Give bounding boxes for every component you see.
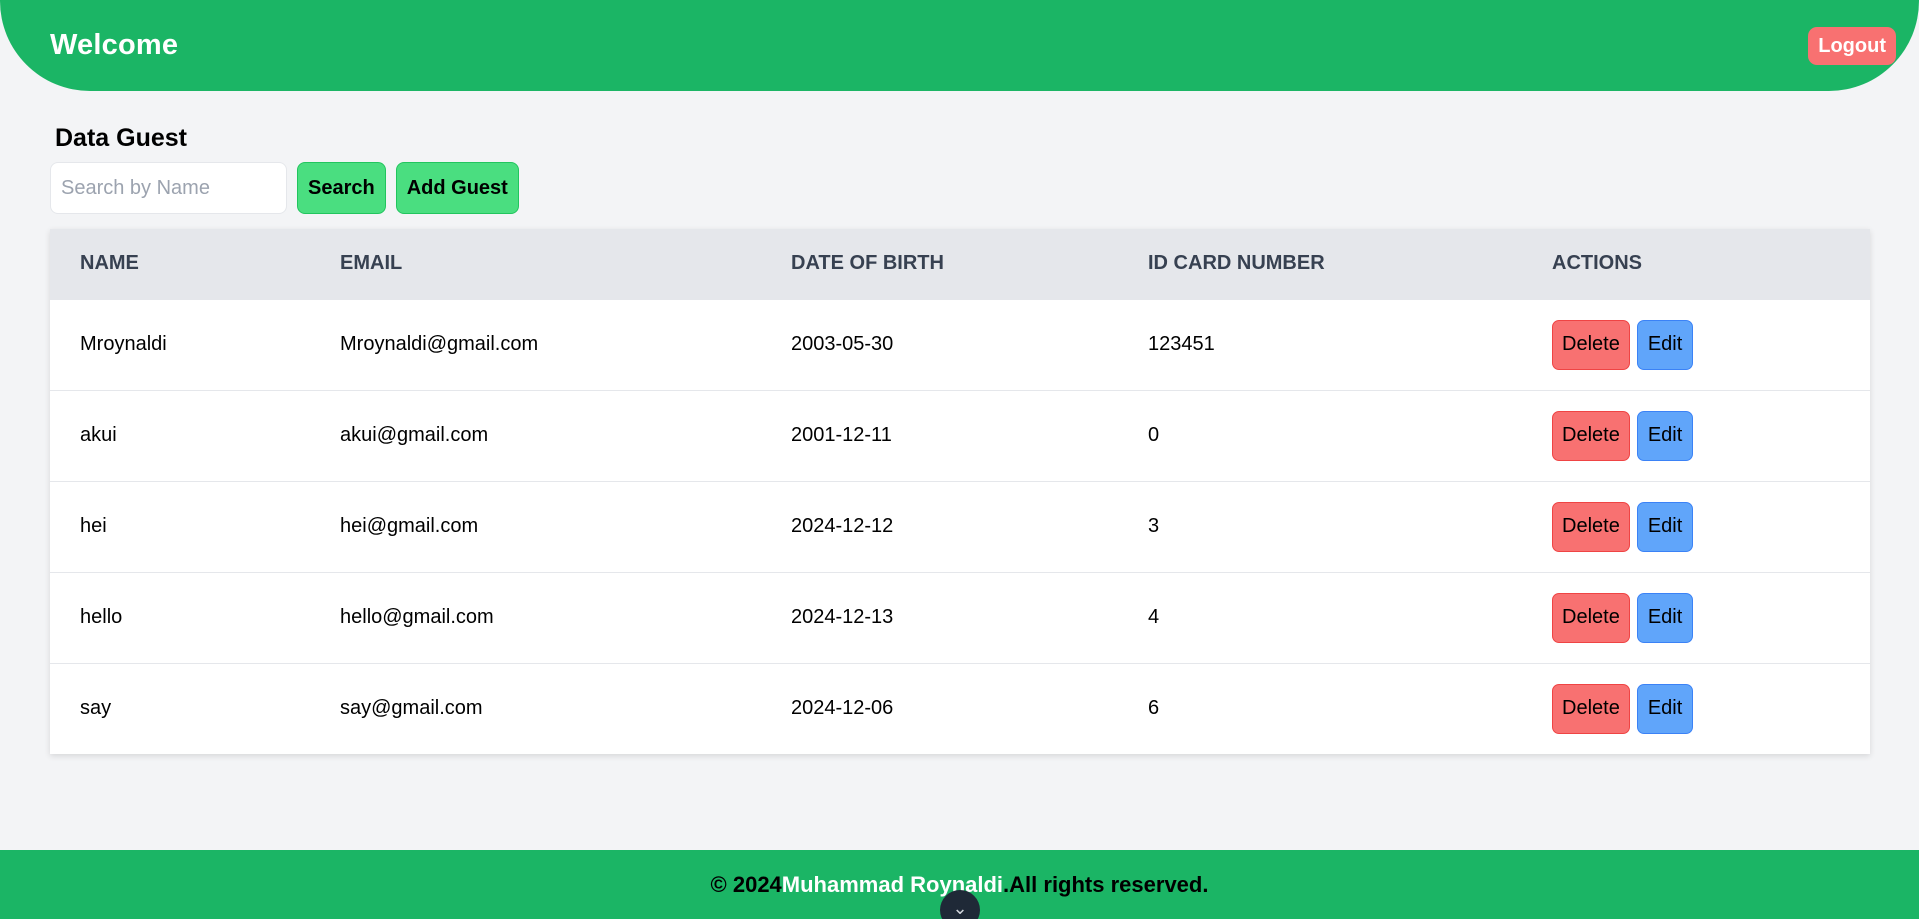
logout-button[interactable]: Logout: [1808, 27, 1896, 65]
table-row: say say@gmail.com 2024-12-06 6 Delete Edi…: [50, 663, 1870, 754]
cell-date-of-birth: 2024-12-12: [791, 515, 894, 537]
footer-rights: .All rights reserved.: [1003, 871, 1209, 897]
cell-actions: Delete Edit: [1522, 663, 1870, 754]
toolbar: Search Add Guest: [50, 162, 519, 214]
top-header: Welcome Logout: [0, 0, 1919, 91]
cell-actions: Delete Edit: [1522, 481, 1870, 572]
cell-id-card-number: 0: [1148, 424, 1160, 446]
cell-email: Mroynaldi@gmail.com: [340, 333, 539, 355]
table-header: Name Email Date of Birth ID Card Number …: [50, 229, 1870, 299]
cell-id-card-number: 123451: [1148, 333, 1215, 355]
delete-button[interactable]: Delete: [1552, 410, 1630, 461]
page: Welcome Logout Data Guest Search Add Gue…: [0, 0, 1919, 919]
search-input[interactable]: [50, 162, 287, 214]
column-header-email: Email: [340, 252, 403, 275]
cell-actions: Delete Edit: [1522, 299, 1870, 390]
edit-button[interactable]: Edit: [1636, 410, 1694, 461]
cell-date-of-birth: 2001-12-11: [791, 424, 892, 446]
cell-name: akui: [80, 424, 117, 446]
delete-button[interactable]: Delete: [1552, 592, 1630, 643]
guest-table: Name Email Date of Birth ID Card Number …: [50, 229, 1870, 754]
delete-button[interactable]: Delete: [1552, 319, 1630, 370]
cell-actions: Delete Edit: [1522, 390, 1870, 481]
edit-button[interactable]: Edit: [1636, 592, 1694, 643]
delete-button[interactable]: Delete: [1552, 683, 1630, 734]
section-title: Data Guest: [55, 124, 187, 152]
column-header-actions: Actions: [1552, 252, 1642, 275]
add-guest-button[interactable]: Add Guest: [395, 162, 519, 214]
table-header-row: Name Email Date of Birth ID Card Number …: [50, 229, 1870, 299]
cell-name: hei: [80, 515, 107, 537]
cell-date-of-birth: 2024-12-06: [791, 697, 894, 720]
table-row: Mroynaldi Mroynaldi@gmail.com 2003-05-30…: [50, 299, 1870, 390]
search-button[interactable]: Search: [297, 162, 386, 214]
delete-button[interactable]: Delete: [1552, 501, 1630, 552]
cell-date-of-birth: 2024-12-13: [791, 606, 894, 628]
cell-name: hello: [80, 606, 123, 628]
cell-id-card-number: 3: [1148, 515, 1160, 537]
cell-actions: Delete Edit: [1522, 572, 1870, 663]
header-title: Welcome: [50, 29, 179, 61]
column-header-name: Name: [80, 252, 139, 275]
table-row: hei hei@gmail.com 2024-12-12 3 Delete Edi…: [50, 481, 1870, 572]
cell-name: Mroynaldi: [80, 333, 167, 355]
guest-table-container: Name Email Date of Birth ID Card Number …: [50, 229, 1870, 754]
cell-email: say@gmail.com: [340, 697, 483, 720]
cell-id-card-number: 6: [1148, 697, 1160, 720]
table-body: Mroynaldi Mroynaldi@gmail.com 2003-05-30…: [50, 299, 1870, 754]
cell-id-card-number: 4: [1148, 606, 1160, 628]
cell-email: hei@gmail.com: [340, 515, 479, 537]
column-header-date-of-birth: Date of Birth: [791, 252, 944, 275]
cell-email: akui@gmail.com: [340, 424, 489, 446]
table-row: akui akui@gmail.com 2001-12-11 0 Delete E…: [50, 390, 1870, 481]
cell-date-of-birth: 2003-05-30: [791, 333, 894, 355]
cell-email: hello@gmail.com: [340, 606, 494, 628]
table-row: hello hello@gmail.com 2024-12-13 4 Delet…: [50, 572, 1870, 663]
footer-copyright-prefix: © 2024: [710, 871, 782, 897]
edit-button[interactable]: Edit: [1636, 319, 1694, 370]
edit-button[interactable]: Edit: [1636, 501, 1694, 552]
column-header-id-card-number: ID Card Number: [1148, 252, 1325, 275]
cell-name: say: [80, 697, 112, 720]
edit-button[interactable]: Edit: [1636, 683, 1694, 734]
